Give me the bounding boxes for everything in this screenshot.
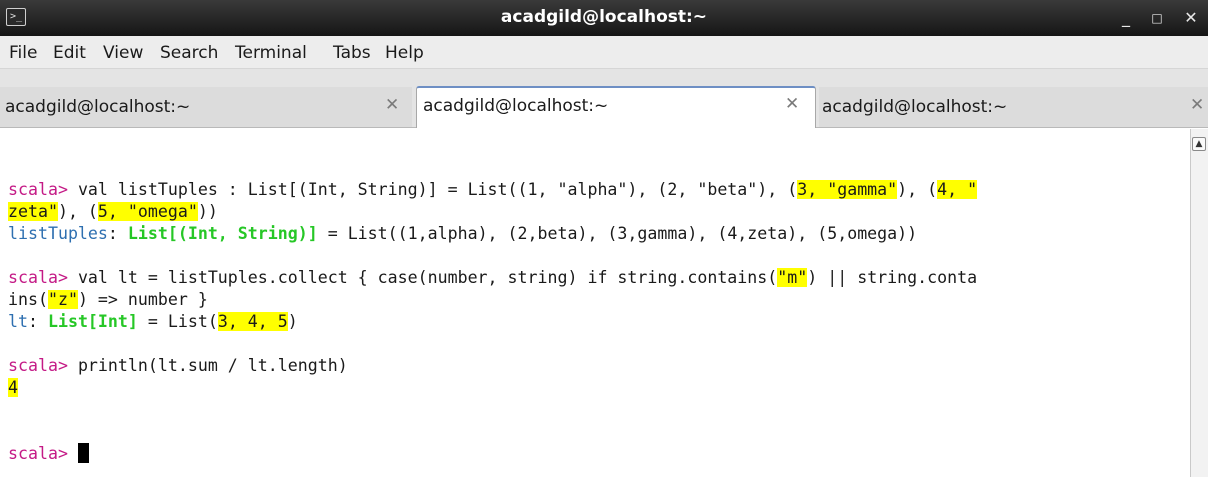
terminal-line: 4 xyxy=(8,377,18,399)
terminal-line: scala> xyxy=(8,443,89,465)
title-bar: >_ acadgild@localhost:~ _ □ ✕ xyxy=(0,0,1208,36)
menu-bar: File Edit View Search Terminal Tabs Help xyxy=(0,36,1208,69)
text-cursor xyxy=(77,443,89,463)
terminal-line: ins("z") => number } xyxy=(8,289,208,311)
tab-1[interactable]: acadgild@localhost:~ ✕ xyxy=(0,87,412,127)
terminal-output[interactable]: scala> val listTuples : List[(Int, Strin… xyxy=(0,129,1190,477)
highlighted-text: "z" xyxy=(47,290,78,309)
command-text: val lt = listTuples.collect { case(numbe… xyxy=(67,268,778,287)
result-type: List[(Int, String)] xyxy=(127,224,318,243)
command-text: ), ( xyxy=(897,180,938,199)
prompt: scala> xyxy=(8,268,68,287)
vertical-scrollbar[interactable]: ▲ xyxy=(1190,129,1208,477)
window-title: acadgild@localhost:~ xyxy=(500,7,708,27)
prompt: scala> xyxy=(8,180,68,199)
result-identifier: lt xyxy=(8,312,28,331)
highlighted-text: 3, 4, 5 xyxy=(217,312,288,331)
highlighted-text: 4 xyxy=(8,378,18,397)
tab-3-close-icon[interactable]: ✕ xyxy=(1190,95,1204,115)
maximize-button[interactable]: □ xyxy=(1148,8,1166,28)
tab-3[interactable]: acadgild@localhost:~ ✕ xyxy=(819,87,1208,127)
result-value: = List((1,alpha), (2,beta), (3,gamma), (… xyxy=(317,224,918,243)
menu-search[interactable]: Search xyxy=(160,43,218,63)
close-button[interactable]: ✕ xyxy=(1181,8,1201,28)
command-text: val listTuples : List[(Int, String)] = L… xyxy=(67,180,798,199)
result-separator: : xyxy=(27,312,48,331)
menu-terminal[interactable]: Terminal xyxy=(235,43,307,63)
result-value: = List( xyxy=(137,312,218,331)
tab-3-label: acadgild@localhost:~ xyxy=(822,97,1008,117)
menu-view[interactable]: View xyxy=(103,43,143,63)
command-text: ), ( xyxy=(57,202,98,221)
terminal-line: scala> println(lt.sum / lt.length) xyxy=(8,355,348,377)
terminal-line: scala> val listTuples : List[(Int, Strin… xyxy=(8,179,978,201)
result-identifier: listTuples xyxy=(8,224,108,243)
command-text: ) => number } xyxy=(77,290,208,309)
menu-file[interactable]: File xyxy=(9,43,37,63)
command-text: )) xyxy=(197,202,218,221)
tab-2-label: acadgild@localhost:~ xyxy=(423,96,609,116)
tab-1-close-icon[interactable]: ✕ xyxy=(385,95,399,115)
result-separator: : xyxy=(107,224,128,243)
terminal-line: zeta"), (5, "omega")) xyxy=(8,201,218,223)
prompt: scala> xyxy=(8,356,68,375)
tab-2-close-icon[interactable]: ✕ xyxy=(785,94,799,114)
highlighted-text: zeta" xyxy=(8,202,58,221)
menu-help[interactable]: Help xyxy=(385,43,424,63)
scroll-up-icon[interactable]: ▲ xyxy=(1192,137,1206,151)
terminal-line: listTuples: List[(Int, String)] = List((… xyxy=(8,223,917,245)
minimize-button[interactable]: _ xyxy=(1117,8,1135,28)
terminal-line: lt: List[Int] = List(3, 4, 5) xyxy=(8,311,298,333)
highlighted-text: 4, " xyxy=(937,180,978,199)
result-value: ) xyxy=(287,312,298,331)
prompt: scala> xyxy=(8,444,68,463)
command-text xyxy=(68,444,78,463)
command-text: println(lt.sum / lt.length) xyxy=(67,356,348,375)
command-text: ins( xyxy=(8,290,48,309)
tab-1-label: acadgild@localhost:~ xyxy=(5,97,191,117)
highlighted-text: "m" xyxy=(777,268,808,287)
menu-edit[interactable]: Edit xyxy=(53,43,86,63)
terminal-line: scala> val lt = listTuples.collect { cas… xyxy=(8,267,977,289)
menu-tabs[interactable]: Tabs xyxy=(333,43,371,63)
highlighted-text: 5, "omega" xyxy=(97,202,198,221)
tab-bar: acadgild@localhost:~ ✕ acadgild@localhos… xyxy=(0,69,1208,128)
command-text: ) || string.conta xyxy=(807,268,978,287)
result-type: List[Int] xyxy=(47,312,138,331)
highlighted-text: 3, "gamma" xyxy=(797,180,898,199)
tab-2[interactable]: acadgild@localhost:~ ✕ xyxy=(416,86,816,128)
